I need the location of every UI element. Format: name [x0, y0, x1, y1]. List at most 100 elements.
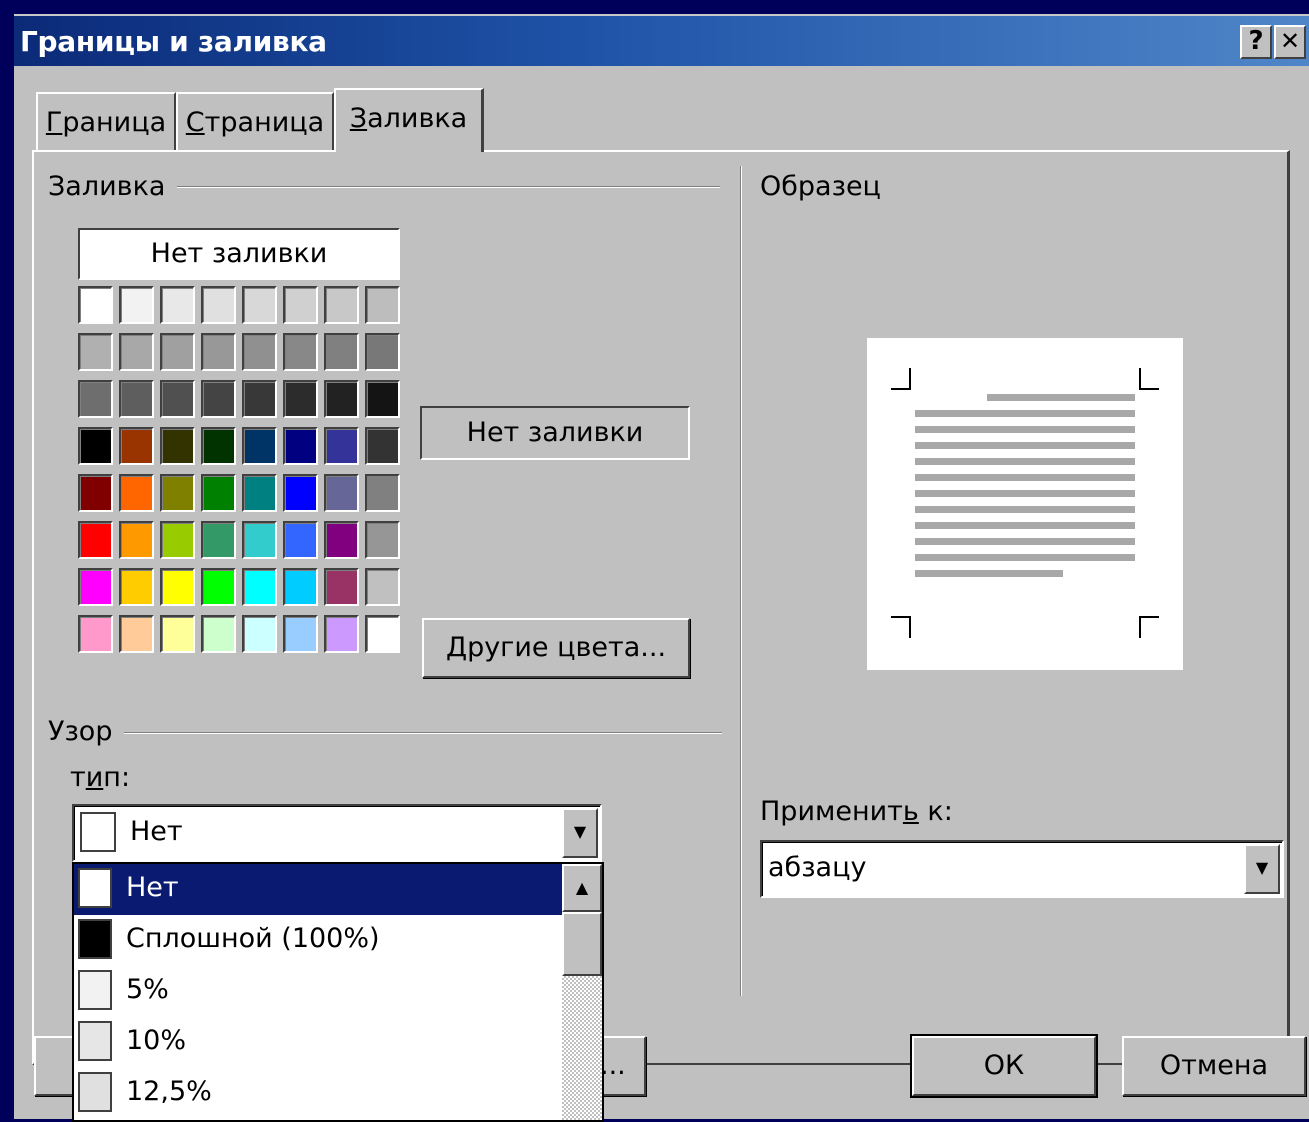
color-swatch[interactable] [119, 521, 154, 559]
pattern-list-scrollbar[interactable]: ▲ [562, 864, 602, 1120]
color-swatch[interactable] [201, 615, 236, 653]
color-swatch[interactable] [119, 615, 154, 653]
color-swatch[interactable] [242, 333, 277, 371]
color-swatch[interactable] [324, 286, 359, 324]
color-swatch[interactable] [242, 474, 277, 512]
color-swatch[interactable] [365, 568, 400, 606]
pattern-option[interactable]: 10% [74, 1017, 562, 1068]
pattern-type-hotkey: и [85, 762, 104, 793]
color-swatch[interactable] [283, 615, 318, 653]
color-swatch[interactable] [201, 521, 236, 559]
color-swatch[interactable] [160, 333, 195, 371]
color-swatch[interactable] [365, 615, 400, 653]
color-swatch[interactable] [324, 427, 359, 465]
tab-page-hotkey: С [185, 107, 205, 138]
pattern-option-label: 5% [126, 974, 169, 1005]
preview-text-line [915, 506, 1135, 513]
pattern-swatch [78, 868, 112, 908]
color-swatch[interactable] [283, 333, 318, 371]
color-swatch[interactable] [160, 380, 195, 418]
color-swatch[interactable] [201, 380, 236, 418]
color-swatch[interactable] [78, 286, 113, 324]
color-swatch[interactable] [242, 568, 277, 606]
preview-group-label: Образец [760, 171, 893, 202]
color-swatch[interactable] [242, 380, 277, 418]
color-swatch[interactable] [119, 380, 154, 418]
pattern-dropdown-list[interactable]: Нет Сплошной (100%) 5% 10% 12,5% ▲ [72, 862, 604, 1122]
color-swatch[interactable] [78, 615, 113, 653]
color-swatch[interactable] [201, 333, 236, 371]
color-swatch[interactable] [365, 521, 400, 559]
title-bar[interactable]: Границы и заливка ? ✕ [14, 14, 1309, 66]
color-swatch[interactable] [365, 474, 400, 512]
color-swatch[interactable] [324, 474, 359, 512]
color-swatch[interactable] [365, 427, 400, 465]
pattern-option[interactable]: Сплошной (100%) [74, 915, 562, 966]
color-swatch[interactable] [365, 333, 400, 371]
color-swatch[interactable] [160, 615, 195, 653]
color-swatch[interactable] [160, 286, 195, 324]
color-swatch[interactable] [283, 521, 318, 559]
color-swatch[interactable] [160, 568, 195, 606]
help-button[interactable]: ? [1240, 25, 1272, 59]
color-swatch[interactable] [283, 380, 318, 418]
apply-to-select[interactable]: абзацу ▼ [760, 840, 1284, 898]
more-colors-button[interactable]: Другие цвета... [422, 618, 690, 678]
color-swatch[interactable] [242, 286, 277, 324]
color-swatch[interactable] [201, 286, 236, 324]
pattern-type-select[interactable]: Нет ▼ [72, 804, 602, 862]
color-swatch[interactable] [78, 521, 113, 559]
preview-corner-tl [891, 368, 911, 390]
color-swatch[interactable] [365, 286, 400, 324]
color-swatch[interactable] [324, 568, 359, 606]
close-button[interactable]: ✕ [1274, 25, 1306, 59]
color-swatch[interactable] [119, 474, 154, 512]
color-swatch[interactable] [283, 427, 318, 465]
color-swatch[interactable] [365, 380, 400, 418]
color-swatch[interactable] [324, 521, 359, 559]
color-swatch[interactable] [119, 427, 154, 465]
color-swatch[interactable] [160, 427, 195, 465]
tab-shading[interactable]: Заливка [334, 88, 484, 152]
color-swatch[interactable] [242, 427, 277, 465]
tab-border[interactable]: Граница [36, 92, 176, 150]
color-swatch[interactable] [119, 568, 154, 606]
scroll-up-button[interactable]: ▲ [562, 864, 602, 912]
color-swatch[interactable] [119, 286, 154, 324]
color-swatch[interactable] [324, 615, 359, 653]
pattern-swatch [78, 919, 112, 959]
pattern-swatch-none [80, 812, 116, 852]
pattern-option[interactable]: 12,5% [74, 1068, 562, 1119]
color-swatch[interactable] [119, 333, 154, 371]
color-swatch[interactable] [201, 568, 236, 606]
scroll-thumb[interactable] [562, 912, 602, 976]
color-swatch[interactable] [242, 521, 277, 559]
color-swatch[interactable] [160, 521, 195, 559]
color-swatch[interactable] [283, 286, 318, 324]
color-swatch[interactable] [242, 615, 277, 653]
color-swatch[interactable] [78, 380, 113, 418]
color-swatch[interactable] [78, 427, 113, 465]
color-swatch[interactable] [324, 333, 359, 371]
color-swatch[interactable] [324, 380, 359, 418]
pattern-option-label: 10% [126, 1025, 187, 1056]
cancel-button[interactable]: Отмена [1122, 1036, 1306, 1096]
color-swatch[interactable] [283, 568, 318, 606]
ok-button[interactable]: ОК [912, 1036, 1096, 1096]
pattern-option[interactable]: 5% [74, 966, 562, 1017]
color-swatch[interactable] [201, 427, 236, 465]
color-swatch[interactable] [78, 474, 113, 512]
pattern-dropdown-button[interactable]: ▼ [562, 808, 598, 858]
apply-to-dropdown-button[interactable]: ▼ [1244, 844, 1280, 894]
preview-text-line [915, 410, 1135, 417]
tab-page[interactable]: Страница [176, 92, 334, 150]
color-swatch[interactable] [201, 474, 236, 512]
no-fill-option[interactable]: Нет заливки [78, 228, 400, 280]
color-swatch[interactable] [160, 474, 195, 512]
pattern-option[interactable]: Нет [74, 864, 562, 915]
color-swatch[interactable] [283, 474, 318, 512]
current-fill-display: Нет заливки [420, 406, 690, 460]
color-swatch[interactable] [78, 333, 113, 371]
pattern-type-value: Нет [130, 816, 183, 847]
color-swatch[interactable] [78, 568, 113, 606]
